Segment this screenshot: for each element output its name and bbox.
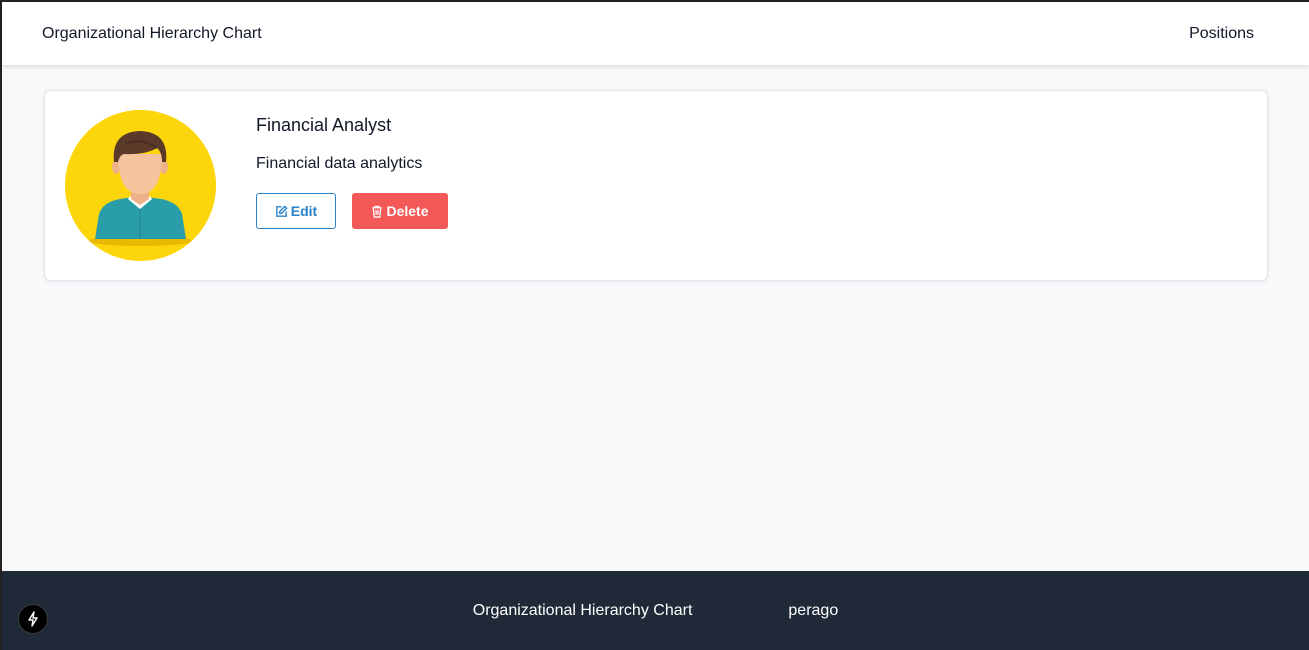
position-title: Financial Analyst bbox=[256, 115, 392, 135]
position-card: Financial Analyst Financial data analyti… bbox=[44, 90, 1268, 281]
footer-title: Organizational Hierarchy Chart bbox=[472, 601, 693, 619]
lightning-icon[interactable] bbox=[18, 604, 48, 634]
delete-button[interactable]: Delete bbox=[352, 193, 448, 229]
person-avatar-icon bbox=[65, 110, 216, 261]
footer: Organizational Hierarchy Chart perago bbox=[2, 571, 1309, 650]
trash-icon bbox=[371, 205, 383, 218]
position-actions: Edit Delete bbox=[256, 193, 448, 229]
main-content: Financial Analyst Financial data analyti… bbox=[2, 65, 1309, 571]
position-details: Financial Analyst Financial data analyti… bbox=[256, 110, 448, 261]
avatar bbox=[65, 110, 216, 261]
footer-credit: perago bbox=[788, 601, 839, 619]
top-navbar: Organizational Hierarchy Chart Positions bbox=[2, 2, 1309, 65]
position-description: Financial data analytics bbox=[256, 155, 423, 172]
edit-icon bbox=[275, 204, 288, 218]
nav-link-positions[interactable]: Positions bbox=[1189, 25, 1254, 43]
navbar-brand[interactable]: Organizational Hierarchy Chart bbox=[42, 25, 262, 43]
edit-button[interactable]: Edit bbox=[256, 193, 336, 229]
edit-button-label: Edit bbox=[290, 203, 318, 219]
delete-button-label: Delete bbox=[386, 203, 429, 219]
